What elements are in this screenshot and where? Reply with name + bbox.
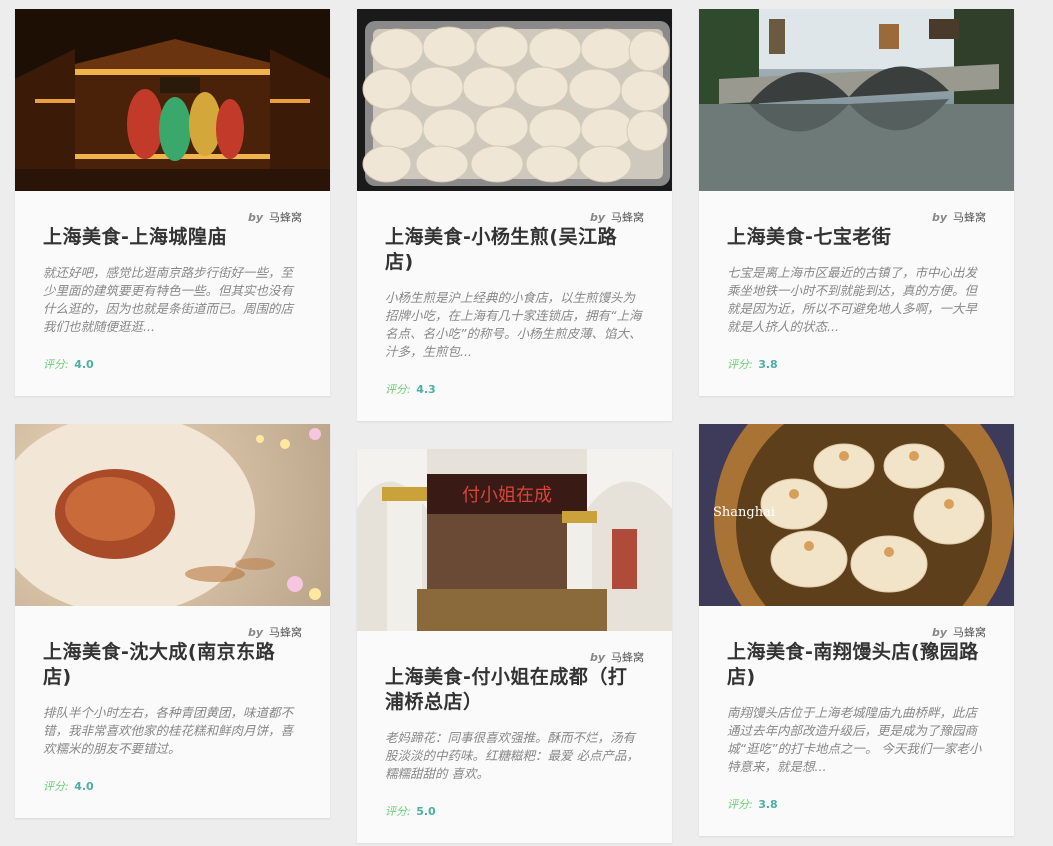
card-title[interactable]: 上海美食-沈大成(南京东路店) xyxy=(43,640,302,690)
card-title[interactable]: 上海美食-付小姐在成都（打浦桥总店） xyxy=(385,665,644,715)
card-image-bridge[interactable] xyxy=(699,9,1014,191)
article-card[interactable]: by 马蜂窝 上海美食-沈大成(南京东路店) 排队半个小时左右，各种青团黄团，味道… xyxy=(15,424,330,818)
rating-value: 3.8 xyxy=(758,358,778,371)
card-image-xiaolongbao[interactable]: Shanghai xyxy=(699,424,1014,606)
author-byline: by 马蜂窝 xyxy=(589,651,644,664)
author-byline: by 马蜂窝 xyxy=(931,626,986,639)
author-name[interactable]: 马蜂窝 xyxy=(953,626,986,639)
author-name[interactable]: 马蜂窝 xyxy=(269,211,302,224)
card-title[interactable]: 上海美食-七宝老街 xyxy=(727,225,986,250)
author-name[interactable]: 马蜂窝 xyxy=(269,626,302,639)
author-name[interactable]: 马蜂窝 xyxy=(611,211,644,224)
rating: 评分: 5.0 xyxy=(385,805,436,818)
card-description: 老妈蹄花：同事很喜欢强推。酥而不烂，汤有股淡淡的中药味。红糖糍粑：最爱 必点产品… xyxy=(385,730,639,781)
rating: 评分: 3.8 xyxy=(727,798,778,811)
article-card[interactable]: 付小姐在成 by 马蜂窝 上海美食-付小姐在成都（打浦桥总店） 老妈蹄花：同事很喜… xyxy=(357,449,672,843)
card-description: 七宝是离上海市区最近的古镇了，市中心出发乘坐地铁一小时不到就能到达，真的方便。但… xyxy=(727,265,978,334)
article-card[interactable]: by 马蜂窝 上海美食-小杨生煎(吴江路店) 小杨生煎是沪上经典的小食店，以生煎馒… xyxy=(357,9,672,421)
author-name[interactable]: 马蜂窝 xyxy=(611,651,644,664)
rating-value: 4.0 xyxy=(74,780,94,793)
author-byline: by 马蜂窝 xyxy=(589,211,644,224)
rating: 评分: 4.3 xyxy=(385,383,436,396)
author-byline: by 马蜂窝 xyxy=(247,626,302,639)
author-byline: by 马蜂窝 xyxy=(247,211,302,224)
card-description: 就还好吧，感觉比逛南京路步行街好一些，至少里面的建筑要更有特色一些。但其实也没有… xyxy=(43,265,294,334)
rating-value: 4.3 xyxy=(416,383,436,396)
card-description: 南翔馒头店位于上海老城隍庙九曲桥畔，此店通过去年内部改造升级后，更是成为了豫园商… xyxy=(727,705,982,774)
shanghai-watermark: Shanghai xyxy=(713,505,775,520)
article-card[interactable]: by 马蜂窝 上海美食-上海城隍庙 就还好吧，感觉比逛南京路步行街好一些，至少里面… xyxy=(15,9,330,396)
card-image-restaurant[interactable]: 付小姐在成 xyxy=(357,449,672,631)
card-description: 小杨生煎是沪上经典的小食店，以生煎馒头为招牌小吃，在上海有几十家连锁店，拥有“上… xyxy=(385,290,642,359)
card-image-rice-cake[interactable] xyxy=(15,424,330,606)
rating: 评分: 4.0 xyxy=(43,780,94,793)
rating-value: 5.0 xyxy=(416,805,436,818)
author-name[interactable]: 马蜂窝 xyxy=(953,211,986,224)
card-title[interactable]: 上海美食-上海城隍庙 xyxy=(43,225,302,250)
rating: 评分: 3.8 xyxy=(727,358,778,371)
article-card[interactable]: by 马蜂窝 上海美食-七宝老街 七宝是离上海市区最近的古镇了，市中心出发乘坐地铁… xyxy=(699,9,1014,396)
card-title[interactable]: 上海美食-小杨生煎(吴江路店) xyxy=(385,225,644,275)
card-image-temple[interactable] xyxy=(15,9,330,191)
card-description: 排队半个小时左右，各种青团黄团，味道都不错，我非常喜欢他家的桂花糕和鲜肉月饼，喜… xyxy=(43,705,294,756)
rating-value: 3.8 xyxy=(758,798,778,811)
card-title[interactable]: 上海美食-南翔馒头店(豫园路店) xyxy=(727,640,986,690)
author-byline: by 马蜂窝 xyxy=(931,211,986,224)
article-card[interactable]: Shanghai by 马蜂窝 上海美食-南翔馒头店(豫园路店) 南翔馒头店位于上… xyxy=(699,424,1014,836)
rating-value: 4.0 xyxy=(74,358,94,371)
restaurant-sign: 付小姐在成 xyxy=(462,485,552,506)
rating: 评分: 4.0 xyxy=(43,358,94,371)
card-image-dumplings[interactable] xyxy=(357,9,672,191)
